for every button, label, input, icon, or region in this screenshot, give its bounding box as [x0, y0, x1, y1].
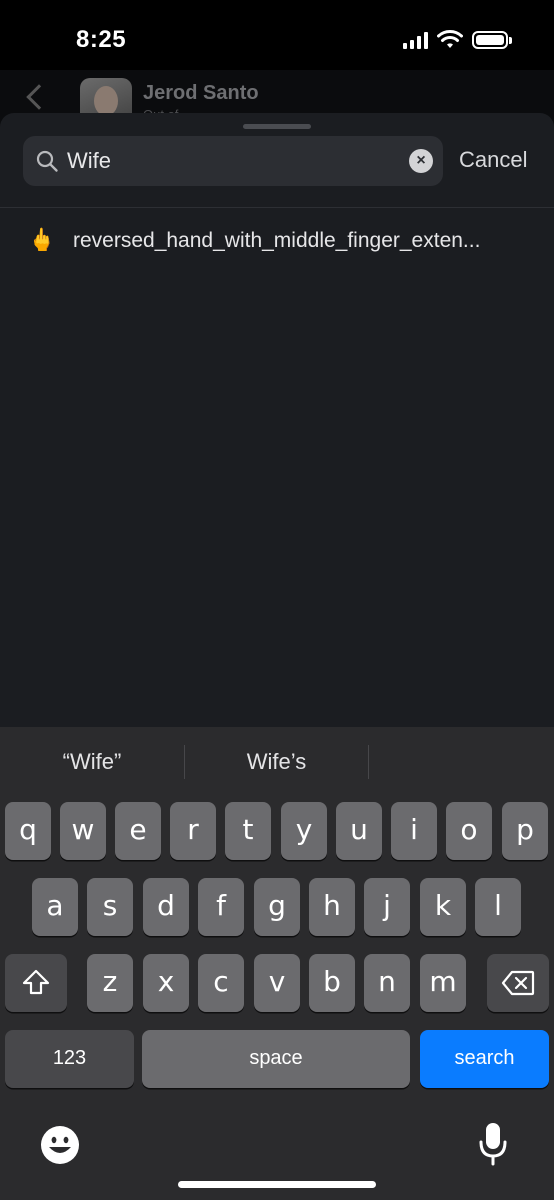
emoji-result-label: reversed_hand_with_middle_finger_exten..…: [73, 229, 481, 252]
key-a[interactable]: a: [32, 878, 78, 936]
cellular-signal-icon: [403, 31, 428, 49]
clear-search-icon[interactable]: ×: [409, 149, 433, 173]
key-g[interactable]: g: [254, 878, 300, 936]
space-key[interactable]: space: [142, 1030, 410, 1088]
shift-icon: [22, 969, 50, 995]
suggestion-1[interactable]: “Wife”: [0, 749, 184, 775]
suggestion-divider: [368, 745, 369, 779]
emoji-search-sheet: Wife × Cancel 🖕 reversed_hand_with_middl…: [0, 113, 554, 733]
key-o[interactable]: o: [446, 802, 492, 860]
status-bar: 8:25: [0, 0, 554, 80]
key-m[interactable]: m: [420, 954, 466, 1012]
wifi-icon: [437, 30, 463, 48]
status-icons: [403, 30, 512, 50]
microphone-icon[interactable]: [478, 1121, 508, 1167]
suggestion-2[interactable]: Wife’s: [185, 749, 368, 775]
key-d[interactable]: d: [143, 878, 189, 936]
key-f[interactable]: f: [198, 878, 244, 936]
key-l[interactable]: l: [475, 878, 521, 936]
status-time: 8:25: [76, 26, 127, 53]
key-x[interactable]: x: [143, 954, 189, 1012]
middle-finger-emoji-icon: 🖕: [28, 227, 56, 252]
battery-icon: [472, 31, 512, 49]
home-indicator: [178, 1181, 376, 1188]
key-r[interactable]: r: [170, 802, 216, 860]
cancel-button[interactable]: Cancel: [459, 147, 527, 173]
key-w[interactable]: w: [60, 802, 106, 860]
key-y[interactable]: y: [281, 802, 327, 860]
key-n[interactable]: n: [364, 954, 410, 1012]
emoji-keyboard-icon[interactable]: [40, 1125, 80, 1165]
key-u[interactable]: u: [336, 802, 382, 860]
key-h[interactable]: h: [309, 878, 355, 936]
key-e[interactable]: e: [115, 802, 161, 860]
predictive-bar: “Wife” Wife’s: [0, 727, 554, 797]
emoji-search-input[interactable]: Wife ×: [23, 136, 443, 186]
key-c[interactable]: c: [198, 954, 244, 1012]
search-query: Wife: [67, 148, 111, 173]
search-icon: [36, 150, 58, 172]
key-k[interactable]: k: [420, 878, 466, 936]
numbers-key[interactable]: 123: [5, 1030, 134, 1088]
divider: [0, 207, 554, 208]
backspace-icon: [501, 970, 535, 996]
key-q[interactable]: q: [5, 802, 51, 860]
emoji-result-row[interactable]: 🖕 reversed_hand_with_middle_finger_exten…: [0, 221, 554, 263]
key-j[interactable]: j: [364, 878, 410, 936]
key-s[interactable]: s: [87, 878, 133, 936]
search-key[interactable]: search: [420, 1030, 549, 1088]
contact-name: Jerod Santo: [143, 82, 259, 104]
key-p[interactable]: p: [502, 802, 548, 860]
delete-key[interactable]: [487, 954, 549, 1012]
key-t[interactable]: t: [225, 802, 271, 860]
sheet-grabber[interactable]: [243, 124, 311, 129]
key-v[interactable]: v: [254, 954, 300, 1012]
key-b[interactable]: b: [309, 954, 355, 1012]
shift-key[interactable]: [5, 954, 67, 1012]
keyboard: “Wife” Wife’s q w e r t y u i o p a s d …: [0, 727, 554, 1200]
key-z[interactable]: z: [87, 954, 133, 1012]
key-i[interactable]: i: [391, 802, 437, 860]
